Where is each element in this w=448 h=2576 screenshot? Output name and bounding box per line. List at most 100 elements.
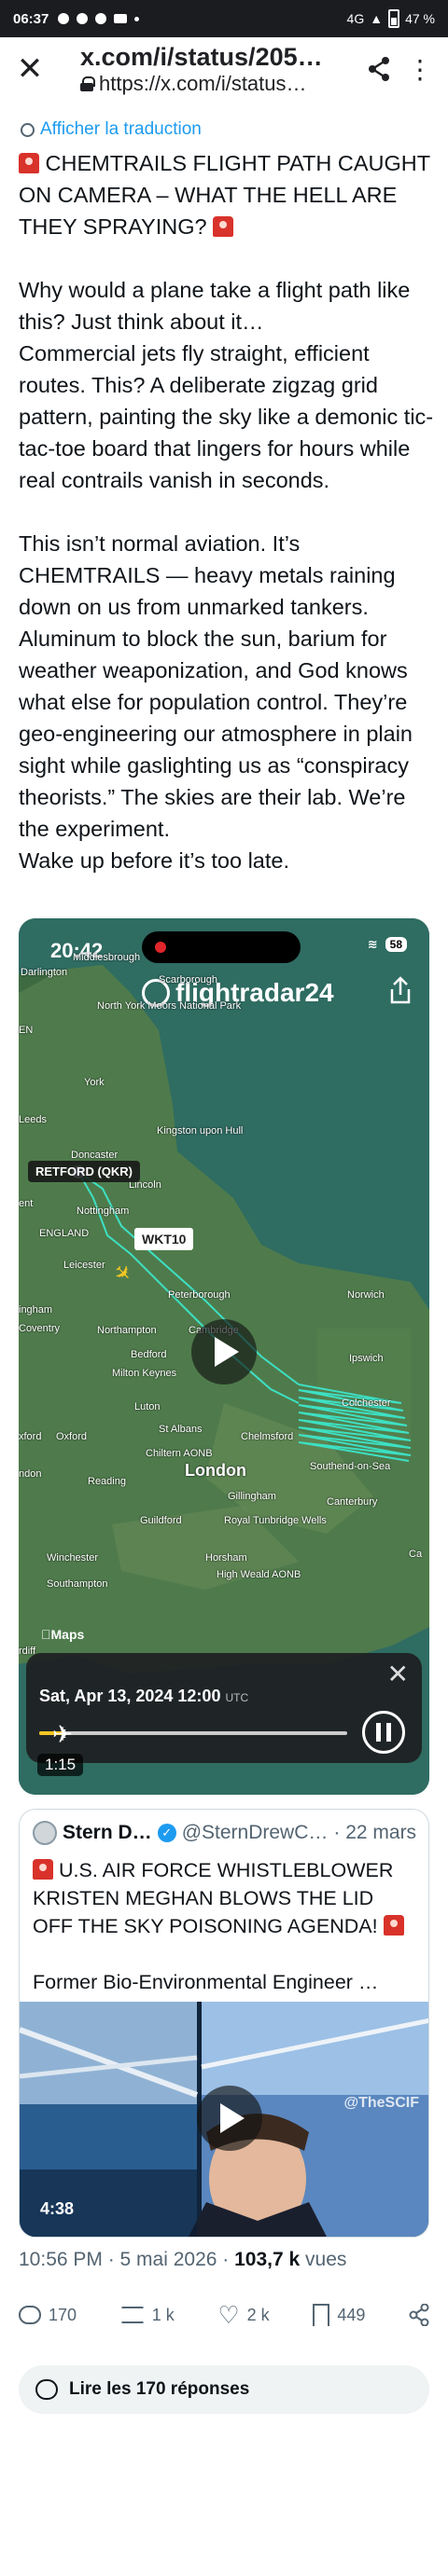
map-place-label: Leicester xyxy=(63,1260,105,1271)
like-count: 2 k xyxy=(246,2305,270,2324)
pause-bar xyxy=(386,1723,391,1742)
map-place-label: Oxford xyxy=(56,1431,88,1442)
quoted-date: · 22 mars xyxy=(333,1822,417,1843)
action-bar: 170 1 k ♡ 2 k 449 xyxy=(19,2303,429,2327)
airport-label: RETFORD (QKR) xyxy=(28,1161,140,1182)
map-place-label: Kingston upon Hull xyxy=(157,1125,244,1136)
battery-level: 47 % xyxy=(405,11,435,26)
reply-count: 170 xyxy=(49,2305,77,2324)
map-place-label: Scarborough xyxy=(159,974,217,985)
map-place-label: ingham xyxy=(19,1304,53,1316)
post-text: CHEMTRAILS FLIGHT PATH CAUGHT ON CAMERA … xyxy=(19,147,434,876)
map-place-label: York xyxy=(84,1077,105,1088)
lock-icon xyxy=(80,76,95,91)
export-icon[interactable] xyxy=(388,976,413,1004)
siren-icon xyxy=(33,1859,53,1880)
play-button[interactable] xyxy=(191,1319,257,1384)
map-place-label: Doncaster xyxy=(71,1150,119,1161)
bookmark-button[interactable]: 449 xyxy=(313,2304,365,2326)
playback-date: Sat, Apr 13, 2024 12:00 UTC xyxy=(39,1687,249,1705)
repost-button[interactable]: 1 k xyxy=(119,2306,175,2325)
read-replies-button[interactable]: Lire les 170 réponses xyxy=(19,2365,429,2414)
map-place-label: London xyxy=(185,1461,246,1480)
siren-icon xyxy=(383,1915,404,1935)
map-place-label: Chiltern AONB xyxy=(146,1448,213,1459)
post-body: Why would a plane take a flight path lik… xyxy=(19,278,434,873)
map-place-label: Darlington xyxy=(21,967,68,978)
video-watermark: @TheSCIF xyxy=(343,2095,420,2111)
overflow-menu-icon[interactable]: ⋮ xyxy=(399,47,441,91)
map-place-label: ent xyxy=(19,1198,34,1209)
notification-icon xyxy=(58,13,70,24)
play-button[interactable] xyxy=(197,2086,262,2151)
map-place-label: Southampton xyxy=(47,1578,108,1590)
map-place-label: Leeds xyxy=(19,1114,47,1125)
slider-plane-icon[interactable]: ✈ xyxy=(52,1720,73,1749)
map-place-label: Reading xyxy=(88,1476,126,1487)
map-place-label: Milton Keynes xyxy=(112,1368,177,1379)
browser-toolbar: ✕ x.com/i/status/205… https://x.com/i/st… xyxy=(0,37,448,101)
close-panel-icon[interactable]: ✕ xyxy=(387,1659,409,1689)
map-place-label: Coventry xyxy=(19,1323,61,1334)
map-place-label: High Weald AONB xyxy=(217,1569,301,1580)
read-replies-label: Lire les 170 réponses xyxy=(69,2379,250,2399)
phone-battery: 58 xyxy=(385,937,407,952)
map-place-label: Chelmsford xyxy=(241,1431,294,1442)
quoted-headline: U.S. AIR FORCE WHISTLEBLOWER KRISTEN MEG… xyxy=(33,1859,399,1937)
views-label: vues xyxy=(300,2249,347,2270)
status-bar: 06:37 4G ▲ 47 % xyxy=(0,0,448,37)
translate-label: Afficher la traduction xyxy=(40,119,202,139)
post-timestamp[interactable]: 10:56 PM · 5 mai 2026 · xyxy=(19,2249,234,2270)
map-place-label: Gillingham xyxy=(228,1491,276,1502)
quoted-subtext: Former Bio-Environmental Engineer … xyxy=(33,1971,379,1993)
siren-icon xyxy=(213,216,234,237)
map-place-label: ndon xyxy=(19,1468,42,1480)
repost-icon xyxy=(119,2307,145,2323)
url-area[interactable]: x.com/i/status/205… https://x.com/i/stat… xyxy=(52,43,358,96)
map-place-label: EN xyxy=(19,1025,34,1036)
map-place-label: Colchester xyxy=(342,1398,391,1409)
share-icon[interactable] xyxy=(358,47,399,91)
map-place-label: Canterbury xyxy=(327,1496,378,1508)
video-duration: 1:15 xyxy=(37,1754,84,1776)
map-place-label: xford xyxy=(19,1431,42,1442)
post-meta: 10:56 PM · 5 mai 2026 · 103,7 k vues xyxy=(19,2249,346,2271)
quoted-post[interactable]: Stern D… ✓ @SternDrewC… · 22 mars U.S. A… xyxy=(19,1809,429,2238)
bookmark-icon xyxy=(313,2304,330,2326)
pause-button[interactable] xyxy=(362,1711,405,1754)
reply-icon xyxy=(19,2306,41,2324)
pause-bar xyxy=(376,1723,381,1742)
share-icon xyxy=(409,2304,429,2326)
status-right: 4G ▲ 47 % xyxy=(347,9,435,28)
notification-icon xyxy=(95,13,107,24)
reply-bubble-icon xyxy=(35,2379,58,2400)
verified-badge-icon: ✓ xyxy=(157,1824,176,1842)
share-glyph xyxy=(369,57,389,81)
playback-slider[interactable] xyxy=(39,1731,347,1735)
network-type: 4G xyxy=(346,11,365,26)
map-place-label: Royal Tunbridge Wells xyxy=(224,1515,327,1526)
map-place-label: Ipswich xyxy=(349,1353,384,1364)
battery-icon xyxy=(388,9,400,28)
youtube-icon xyxy=(114,14,128,23)
quoted-video[interactable]: @TheSCIF 4:38 xyxy=(20,2002,428,2237)
share-post-button[interactable] xyxy=(409,2304,429,2326)
quoted-author-handle: @SternDrewC… xyxy=(181,1822,329,1843)
like-button[interactable]: ♡ 2 k xyxy=(217,2303,269,2327)
video-player[interactable]: 20:42 ≋ 58 flightradar 24 Middlesbrough Dar… xyxy=(19,918,429,1795)
map-place-label: Winchester xyxy=(47,1552,99,1564)
views-count: 103,7 k xyxy=(234,2249,301,2270)
translate-link[interactable]: Afficher la traduction xyxy=(21,119,202,140)
address-bar: https://x.com/i/status… xyxy=(80,72,358,96)
quoted-author-name[interactable]: Stern D… xyxy=(63,1822,152,1844)
avatar[interactable] xyxy=(33,1821,57,1845)
bookmark-count: 449 xyxy=(337,2305,366,2324)
close-icon[interactable]: ✕ xyxy=(7,47,52,91)
map-place-label: Southend-on-Sea xyxy=(310,1461,391,1472)
playback-panel: ✕ Sat, Apr 13, 2024 12:00 UTC ✈ xyxy=(26,1653,422,1763)
map-place-label: ENGLAND xyxy=(39,1228,90,1239)
reply-button[interactable]: 170 xyxy=(19,2306,77,2325)
map-place-label: North York Moors National Park xyxy=(97,1000,242,1012)
page-title: x.com/i/status/205… xyxy=(80,42,323,71)
status-time: 06:37 xyxy=(13,10,49,27)
